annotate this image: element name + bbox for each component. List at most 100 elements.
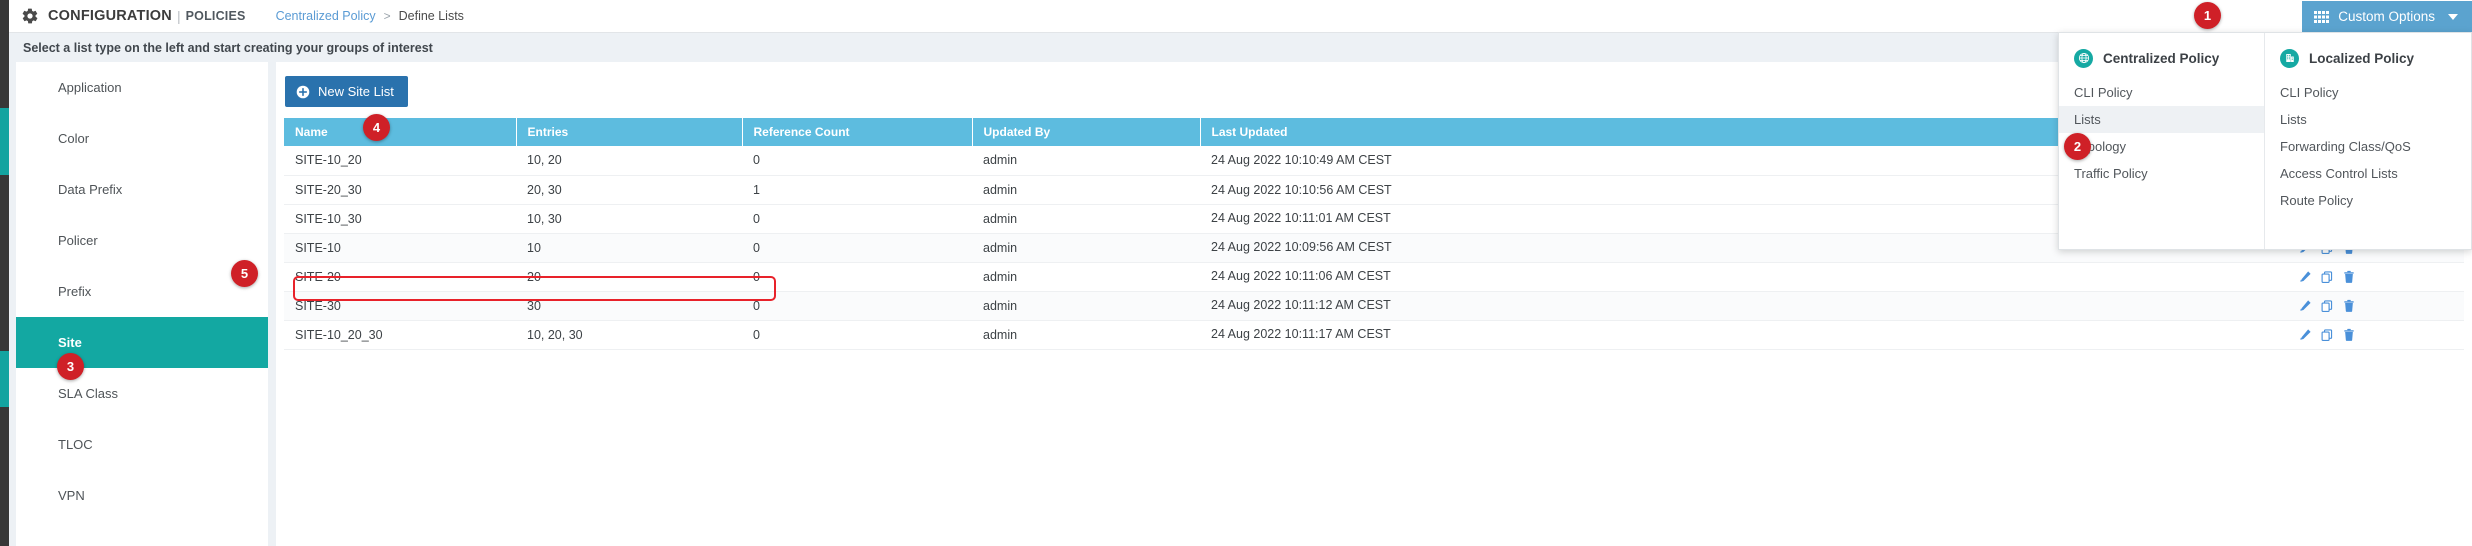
gear-icon[interactable] [21, 7, 39, 25]
chevron-down-icon [2448, 14, 2458, 20]
cell-reference-count: 0 [742, 204, 972, 233]
localized-menu-item-forwarding-class-qos[interactable]: Forwarding Class/QoS [2265, 133, 2471, 160]
cell-last-updated-and-actions: 24 Aug 2022 10:11:12 AM CEST [1200, 291, 2464, 320]
list-type-label: Policer [58, 233, 98, 248]
localized-menu-item-route-policy[interactable]: Route Policy [2265, 187, 2471, 214]
new-site-list-label: New Site List [318, 84, 394, 99]
cell-entries[interactable]: 20, 30 [516, 175, 742, 204]
page-section: POLICIES [186, 9, 246, 23]
menu-item-label: Traffic Policy [2074, 166, 2148, 181]
trash-icon[interactable] [2342, 328, 2356, 342]
cell-last-updated: 24 Aug 2022 10:09:56 AM CEST [1211, 240, 1392, 254]
localized-menu-item-lists[interactable]: Lists [2265, 106, 2471, 133]
custom-options-button[interactable]: Custom Options [2302, 1, 2472, 32]
dropdown-column-localized: Localized Policy CLI Policy ListsForwardi… [2265, 33, 2471, 249]
edit-pencil-icon[interactable] [2298, 328, 2312, 342]
custom-options-dropdown: Centralized Policy CLI PolicyListsTopolo… [2058, 32, 2472, 250]
marker-3: 3 [57, 353, 84, 380]
column-header-entries[interactable]: Entries [516, 118, 742, 146]
cell-last-updated: 24 Aug 2022 10:10:49 AM CEST [1211, 153, 1392, 167]
cell-entries[interactable]: 10, 30 [516, 204, 742, 233]
edit-pencil-icon[interactable] [2298, 299, 2312, 313]
list-type-label: Site [58, 335, 82, 350]
cell-entries[interactable]: 20 [516, 262, 742, 291]
list-type-label: Data Prefix [58, 182, 122, 197]
cell-entries[interactable]: 10, 20, 30 [516, 320, 742, 349]
cell-reference-count: 1 [742, 175, 972, 204]
cell-last-updated: 24 Aug 2022 10:10:56 AM CEST [1211, 183, 1392, 197]
breadcrumb-link-centralized-policy[interactable]: Centralized Policy [276, 9, 376, 23]
cell-last-updated-and-actions: 24 Aug 2022 10:11:17 AM CEST [1200, 320, 2464, 349]
cell-reference-count: 0 [742, 262, 972, 291]
cell-entries[interactable]: 30 [516, 291, 742, 320]
localized-menu-item-cli-policy[interactable]: CLI Policy [2265, 79, 2471, 106]
cell-last-updated: 24 Aug 2022 10:11:01 AM CEST [1211, 211, 1391, 225]
cell-entries[interactable]: 10, 20 [516, 146, 742, 175]
app-header: CONFIGURATION | POLICIES Centralized Pol… [9, 0, 2472, 33]
table-row[interactable]: SITE-30300admin24 Aug 2022 10:11:12 AM C… [284, 291, 2464, 320]
list-type-label: Application [58, 80, 122, 95]
nav-rail-indicator-1 [0, 108, 9, 175]
marker-2: 2 [2064, 133, 2091, 160]
cell-entries[interactable]: 10 [516, 233, 742, 262]
menu-item-label: Lists [2074, 112, 2101, 127]
cell-name: SITE-20 [284, 262, 516, 291]
table-row[interactable]: SITE-10_20_3010, 20, 300admin24 Aug 2022… [284, 320, 2464, 349]
cell-name: SITE-20_30 [284, 175, 516, 204]
column-header-name[interactable]: Name [284, 118, 516, 146]
column-header-updated-by[interactable]: Updated By [972, 118, 1200, 146]
cell-name: SITE-10 [284, 233, 516, 262]
centralized-menu-item-lists[interactable]: Lists [2059, 106, 2264, 133]
menu-item-label: CLI Policy [2280, 85, 2339, 100]
list-type-site[interactable]: Site [16, 317, 268, 368]
breadcrumb-separator: > [384, 9, 391, 23]
page-title: CONFIGURATION [48, 8, 172, 24]
row-actions [2290, 298, 2356, 313]
list-type-label: Prefix [58, 284, 91, 299]
list-type-application[interactable]: Application [16, 62, 268, 113]
cell-updated-by: admin [972, 233, 1200, 262]
list-type-policer[interactable]: Policer [16, 215, 268, 266]
list-type-sla-class[interactable]: SLA Class [16, 368, 268, 419]
dropdown-title-localized: Localized Policy [2309, 51, 2414, 66]
cell-last-updated-and-actions: 24 Aug 2022 10:11:06 AM CEST [1200, 262, 2464, 291]
cell-name: SITE-10_20_30 [284, 320, 516, 349]
new-site-list-button[interactable]: New Site List [285, 76, 408, 107]
cell-last-updated: 24 Aug 2022 10:11:17 AM CEST [1211, 327, 1391, 341]
column-header-reference-count[interactable]: Reference Count [742, 118, 972, 146]
cell-updated-by: admin [972, 262, 1200, 291]
cell-updated-by: admin [972, 146, 1200, 175]
dropdown-items-centralized: CLI PolicyListsTopologyTraffic Policy [2059, 79, 2264, 187]
copy-icon[interactable] [2320, 299, 2334, 313]
centralized-menu-item-cli-policy[interactable]: CLI Policy [2059, 79, 2264, 106]
list-type-tloc[interactable]: TLOC [16, 419, 268, 470]
table-row[interactable]: SITE-20200admin 24 Aug 2022 10:11:06 AM C… [284, 262, 2464, 291]
copy-icon[interactable] [2320, 328, 2334, 342]
cell-reference-count: 0 [742, 291, 972, 320]
marker-1: 1 [2194, 2, 2221, 29]
trash-icon[interactable] [2342, 299, 2356, 313]
trash-icon[interactable] [2342, 270, 2356, 284]
cell-last-updated: 24 Aug 2022 10:11:12 AM CEST [1211, 298, 1391, 312]
cell-updated-by: admin [972, 175, 1200, 204]
menu-item-label: Access Control Lists [2280, 166, 2398, 181]
centralized-menu-item-traffic-policy[interactable]: Traffic Policy [2059, 160, 2264, 187]
building-icon [2280, 49, 2299, 68]
list-type-vpn[interactable]: VPN [16, 470, 268, 521]
breadcrumb-current-define-lists: Define Lists [399, 9, 464, 23]
list-type-label: TLOC [58, 437, 93, 452]
list-type-data-prefix[interactable]: Data Prefix [16, 164, 268, 215]
breadcrumb: Centralized Policy > Define Lists [276, 9, 464, 23]
localized-menu-item-access-control-lists[interactable]: Access Control Lists [2265, 160, 2471, 187]
collapsed-nav-rail[interactable] [0, 0, 9, 546]
list-type-color[interactable]: Color [16, 113, 268, 164]
dropdown-header-centralized: Centralized Policy [2059, 45, 2264, 71]
cell-updated-by: admin [972, 204, 1200, 233]
copy-icon[interactable] [2320, 270, 2334, 284]
cell-last-updated: 24 Aug 2022 10:11:06 AM CEST [1211, 269, 1391, 283]
cell-reference-count: 0 [742, 233, 972, 262]
list-type-label: Color [58, 131, 89, 146]
cell-name: SITE-10_20 [284, 146, 516, 175]
edit-pencil-icon[interactable] [2298, 270, 2312, 284]
dropdown-title-centralized: Centralized Policy [2103, 51, 2219, 66]
